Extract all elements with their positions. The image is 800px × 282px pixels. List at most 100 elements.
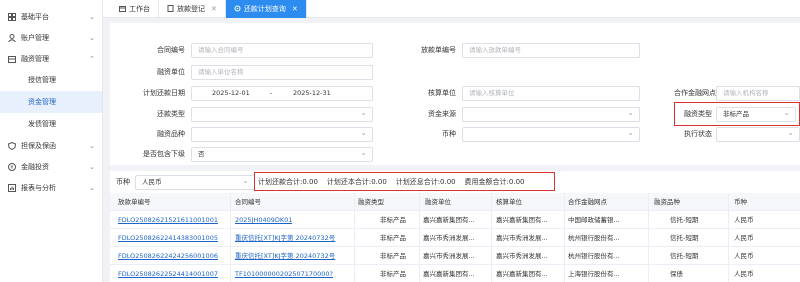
coop-branch-input[interactable]: 请输入机构名称 [716,86,800,101]
cell-loan-no[interactable]: FDLO25082622424256001006 [118,247,218,265]
th-finance-unit[interactable]: 融资单位 [425,193,451,211]
include-sub-select[interactable]: 否 [191,147,373,162]
cell-coop-branch: 杭州银行股份有... [568,234,620,242]
end-date[interactable]: 2025-12-31 [293,87,331,100]
sidebar-item-account[interactable]: 账户管理 ⌄ [0,27,102,48]
sidebar-subitem-bonds[interactable]: 发债管理 [0,113,102,135]
cell-contract-no[interactable]: TF101000000202507170000? [235,265,353,282]
th-currency[interactable]: 币种 [734,193,747,211]
cell-currency: 人民币 [734,252,754,260]
repay-type-select[interactable] [191,107,373,122]
th-finance-variety[interactable]: 融资品种 [654,193,680,211]
chevron-down-icon: ⌄ [89,12,95,21]
doc-icon [167,4,174,14]
accounting-unit-input[interactable]: 请输入核算单位 [462,86,640,101]
cell-coop-branch: 上海银行股份有... [568,270,620,278]
sidebar-item-financing[interactable]: 融资管理 ⌃ [0,48,102,69]
th-accounting-unit[interactable]: 核算单位 [496,193,522,211]
sidebar-item-reports[interactable]: 报表与分析 ⌄ [0,177,102,198]
tab-loan-register[interactable]: 放款登记 ✕ [159,0,226,18]
finance-type-select[interactable]: 非标产品 [716,107,796,122]
fund-source-label: 资金来源 [428,110,456,118]
plan-date-range[interactable]: 2025-12-01 - 2025-12-31 [191,86,373,101]
cell-accounting-unit: 嘉兴嘉新集团有... [496,216,548,224]
cell-finance-type: 非标产品 [380,252,406,260]
table-header: 放款单编号 合同编号 融资类型 融资单位 核算单位 合作金融网点 融资品种 币种 [110,193,800,211]
chevron-down-icon: ⌄ [89,183,95,192]
table-row[interactable]: FDLO25082622414383001005 重庆信托[XT]KJ字第 20… [110,229,800,247]
cell-currency: 人民币 [734,270,754,278]
close-icon[interactable]: ✕ [292,5,298,13]
cell-finance-variety: 信托-短期 [670,216,699,224]
cell-accounting-unit: 嘉兴嘉新集团有... [496,270,548,278]
home-icon [119,5,126,14]
report-icon [8,183,16,192]
cell-contract-no[interactable]: 2025JH0409DK01 [235,211,292,229]
close-icon[interactable]: ✕ [211,5,217,13]
cell-finance-type: 非标产品 [380,216,406,224]
finance-unit-input[interactable]: 请输入单位名称 [191,65,373,80]
column-divider [230,193,231,282]
cell-finance-unit: 嘉兴嘉新集团有... [423,216,475,224]
chevron-down-icon: ⌄ [89,33,95,42]
cell-loan-no[interactable]: FDLO25082622414383001005 [118,229,218,247]
cell-finance-variety: 保债 [670,270,683,278]
finance-variety-select[interactable] [191,127,373,142]
cell-loan-no[interactable]: FDLO25082621521611001001 [118,211,218,229]
table-row[interactable]: FDLO25082622524414001007 TF1010000002025… [110,265,800,282]
sidebar-item-label: 报表与分析 [21,183,56,192]
cell-finance-type: 非标产品 [380,234,406,242]
exec-status-select[interactable] [716,127,800,142]
cell-contract-no[interactable]: 重庆信托[XT]KJ字第 20240732号 [235,229,353,247]
sidebar-subitem-credit[interactable]: 授信管理 [0,69,102,91]
cell-currency: 人民币 [734,216,754,224]
loan-no-input[interactable]: 请输入放款单编号 [462,43,640,58]
cell-accounting-unit: 嘉兴市秀洲发展... [496,234,548,242]
fund-source-select[interactable] [462,107,640,122]
th-coop-branch[interactable]: 合作金融网点 [568,193,607,211]
contract-no-input[interactable]: 请输入合同编号 [191,43,373,58]
cell-contract-no[interactable]: 重庆信托[XT]KJ字第 20240732号 [235,247,353,265]
svg-text:¥: ¥ [10,165,13,171]
cell-finance-unit: 嘉兴嘉新集团有... [423,270,475,278]
sidebar-item-label: 融资管理 [21,54,49,63]
column-divider [648,193,649,282]
table-row[interactable]: FDLO25082621521611001001 2025JH0409DK01 … [110,211,800,229]
date-separator: - [270,89,273,97]
start-date[interactable]: 2025-12-01 [212,87,250,100]
search-panel: 合同编号 请输入合同编号 放款单编号 请输入放款单编号 融资单位 请输入单位名称… [110,23,800,165]
chevron-down-icon: ⌄ [89,141,95,150]
gear-icon [234,5,241,14]
cell-finance-variety: 信托-短期 [670,252,699,260]
sidebar-item-investment[interactable]: ¥ 金融投资 ⌄ [0,156,102,177]
coop-branch-label: 合作金融网点 [674,89,716,97]
grid-icon [8,12,16,21]
cell-loan-no[interactable]: FDLO25082622524414001007 [118,265,218,282]
sidebar-item-basic-platform[interactable]: 基础平台 ⌄ [0,6,102,27]
th-contract-no[interactable]: 合同编号 [235,193,261,211]
tab-repayment-plan[interactable]: 还款计划查询 ✕ [225,0,307,18]
sidebar-item-guarantee[interactable]: 担保及保函 ⌄ [0,135,102,156]
table-row[interactable]: FDLO25082622424256001006 重庆信托[XT]KJ字第 20… [110,247,800,265]
sidebar-item-label: 基础平台 [21,12,49,21]
shield-icon [8,141,16,150]
cell-accounting-unit: 嘉兴市秀洲发展... [496,252,548,260]
currency-select[interactable] [462,127,640,142]
contract-no-label: 合同编号 [157,46,185,54]
loan-no-label: 放款单编号 [421,46,456,54]
th-finance-type[interactable]: 融资类型 [358,193,384,211]
tab-workbench[interactable]: 工作台 [111,0,159,18]
cell-finance-variety: 信托-短期 [670,234,699,242]
chevron-down-icon: ⌄ [89,162,95,171]
tab-label: 还款计划查询 [243,5,286,13]
summary-currency-select[interactable]: 人民币 [135,175,255,190]
finance-type-label: 融资类型 [684,110,712,118]
cell-finance-unit: 嘉兴市秀洲发展... [423,252,475,260]
exec-status-label: 执行状态 [684,130,712,138]
sidebar-subitem-funds[interactable]: 资金管理 [0,91,102,113]
sidebar-item-label: 担保及保函 [21,141,56,150]
sidebar: 基础平台 ⌄ 账户管理 ⌄ 融资管理 ⌃ 授信管理 资金管理 发债管理 担保及保… [0,0,103,282]
th-loan-no[interactable]: 放款单编号 [118,193,151,211]
sidebar-item-label: 账户管理 [21,33,49,42]
summary-bar: 币种 人民币 计划还款合计:0.00 计划还本合计:0.00 计划还息合计:0.… [110,171,800,193]
